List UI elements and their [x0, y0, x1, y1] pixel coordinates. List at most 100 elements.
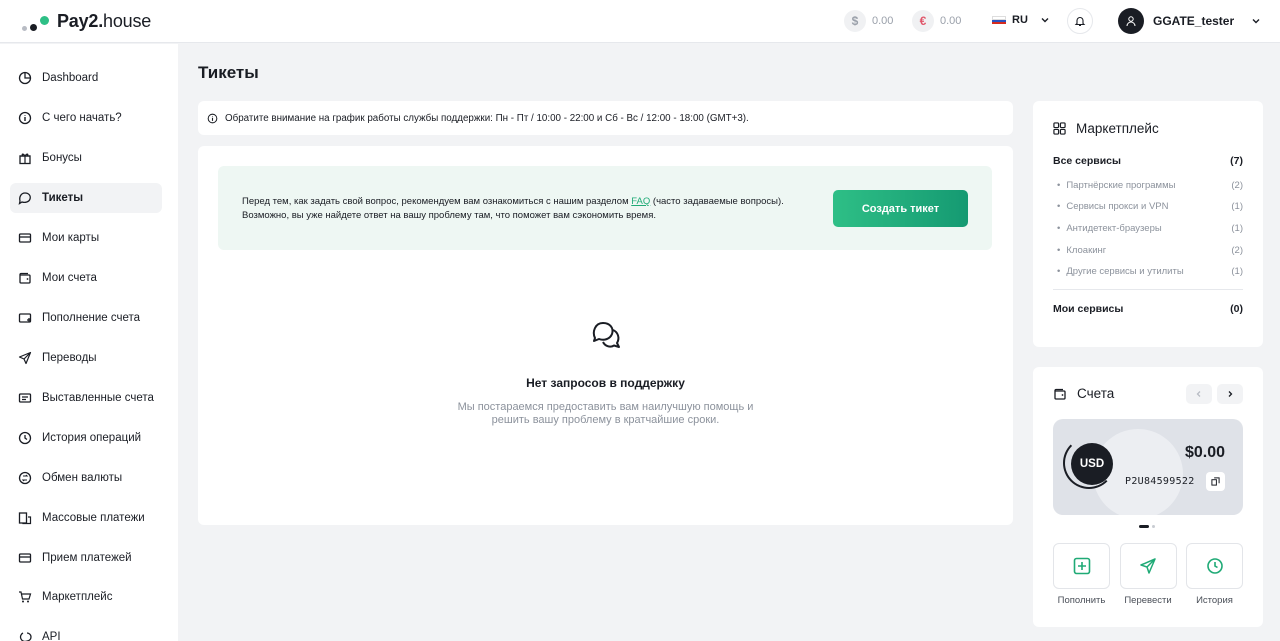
- empty-state-text: Мы постараемся предоставить вам наилучшу…: [198, 401, 1013, 427]
- category-count: (1): [1231, 223, 1243, 234]
- sidebar-item-api[interactable]: API: [10, 622, 162, 641]
- sidebar-item-marketplace[interactable]: Маркетплейс: [10, 582, 162, 612]
- account-number: P2U84599522: [1125, 476, 1195, 487]
- sidebar-item-label: Dashboard: [42, 72, 99, 84]
- transfer-action-label: Перевести: [1124, 595, 1172, 606]
- sidebar-item-my-accounts[interactable]: Мои счета: [10, 263, 162, 293]
- sidebar-item-mass-payments[interactable]: Массовые платежи: [10, 503, 162, 533]
- mass-pay-icon: [18, 512, 32, 525]
- transfer-action-button[interactable]: [1119, 543, 1177, 589]
- category-label: Антидетект-браузеры: [1053, 223, 1161, 234]
- sidebar-item-label: Маркетплейс: [42, 591, 113, 603]
- carousel-dot-active[interactable]: [1139, 525, 1149, 528]
- logo-mark-icon: [22, 13, 49, 31]
- sidebar-item-label: Прием платежей: [42, 552, 132, 564]
- sidebar-item-label: Выставленные счета: [42, 392, 154, 404]
- sidebar-item-bonuses[interactable]: Бонусы: [10, 143, 162, 173]
- accept-pay-icon: [18, 553, 32, 563]
- category-count: (1): [1231, 201, 1243, 212]
- api-icon: [19, 632, 32, 641]
- empty-state-line2: решить вашу проблему в кратчайшие сроки.: [491, 414, 720, 426]
- faq-banner: Перед тем, как задать свой вопрос, реком…: [218, 166, 992, 250]
- exchange-icon: [18, 471, 32, 485]
- topup-action[interactable]: Пополнить: [1053, 543, 1110, 606]
- service-category-row[interactable]: Другие сервисы и утилиты (1): [1053, 266, 1243, 277]
- service-category-row[interactable]: Антидетект-браузеры (1): [1053, 223, 1243, 234]
- logo-text: Pay2.house: [57, 11, 152, 31]
- sidebar-item-label: Обмен валюты: [42, 472, 123, 484]
- sidebar-item-label: Массовые платежи: [42, 512, 145, 524]
- balance-usd[interactable]: $ 0.00: [844, 10, 893, 32]
- history-action[interactable]: История: [1186, 543, 1243, 606]
- dollar-icon: $: [844, 10, 866, 32]
- language-label: RU: [1012, 14, 1028, 26]
- sidebar-item-dashboard[interactable]: Dashboard: [10, 63, 162, 93]
- notifications-button[interactable]: [1067, 8, 1093, 34]
- chevron-down-icon: [1041, 18, 1049, 23]
- service-category-row[interactable]: Клоакинг (2): [1053, 245, 1243, 256]
- sidebar-item-label: Мои счета: [42, 272, 97, 284]
- currency-badge: USD: [1071, 443, 1113, 485]
- page-title: Тикеты: [198, 63, 259, 82]
- faq-text-line1: Перед тем, как задать свой вопрос, реком…: [242, 196, 632, 207]
- prev-account-button[interactable]: [1186, 384, 1212, 404]
- sidebar-item-accept-payments[interactable]: Прием платежей: [10, 543, 162, 573]
- topup-action-button[interactable]: [1053, 543, 1110, 589]
- divider: [1053, 289, 1243, 290]
- wallet-icon: [1054, 388, 1066, 400]
- balance-eur[interactable]: € 0.00: [912, 10, 961, 32]
- my-services-label: Мои сервисы: [1053, 303, 1124, 315]
- service-category-row[interactable]: Сервисы прокси и VPN (1): [1053, 201, 1243, 212]
- my-services-row[interactable]: Мои сервисы (0): [1053, 303, 1243, 315]
- clock-icon: [18, 431, 32, 445]
- sidebar-item-history[interactable]: История операций: [10, 423, 162, 453]
- faq-text-line2: Возможно, вы уже найдете ответ на вашу п…: [242, 210, 656, 221]
- all-services-row[interactable]: Все сервисы (7): [1053, 155, 1243, 167]
- tickets-panel: Перед тем, как задать свой вопрос, реком…: [198, 146, 1013, 525]
- sidebar-item-getting-started[interactable]: С чего начать?: [10, 103, 162, 133]
- logo[interactable]: Pay2.house: [22, 11, 151, 32]
- carousel-dot[interactable]: [1152, 525, 1155, 528]
- sidebar-item-label: Пополнение счета: [42, 312, 141, 324]
- sidebar-item-label: Бонусы: [42, 152, 82, 164]
- top-header: Pay2.house $ 0.00 € 0.00 RU GGATE_tester: [0, 0, 1280, 43]
- next-account-button[interactable]: [1217, 384, 1243, 404]
- service-category-row[interactable]: Партнёрские программы (2): [1053, 180, 1243, 191]
- category-label: Другие сервисы и утилиты: [1053, 266, 1183, 277]
- category-count: (2): [1231, 180, 1243, 191]
- topup-action-label: Пополнить: [1057, 595, 1106, 606]
- plus-square-icon: [1073, 557, 1090, 575]
- category-label: Клоакинг: [1053, 245, 1106, 256]
- accounts-header: Счета: [1053, 386, 1114, 401]
- empty-state-title: Нет запросов в поддержку: [526, 376, 685, 390]
- account-card[interactable]: USD $0.00 P2U84599522: [1053, 419, 1243, 515]
- faq-link[interactable]: FAQ: [631, 196, 650, 207]
- gift-icon: [19, 153, 31, 165]
- sidebar-item-transfers[interactable]: Переводы: [10, 343, 162, 373]
- sidebar-item-exchange[interactable]: Обмен валюты: [10, 463, 162, 493]
- sidebar-item-top-up[interactable]: Пополнение счета: [10, 303, 162, 333]
- clock-icon: [1206, 558, 1223, 574]
- balance-eur-amount: 0.00: [940, 15, 962, 27]
- grid-icon: [1053, 122, 1066, 135]
- invoice-icon: [18, 393, 32, 403]
- info-icon: [207, 113, 218, 123]
- sidebar: Dashboard С чего начать? Бонусы Тикеты М…: [0, 44, 178, 641]
- user-menu[interactable]: GGATE_tester: [1118, 8, 1261, 34]
- category-count: (1): [1231, 266, 1243, 277]
- chat-bubbles-icon: [592, 322, 620, 348]
- history-action-button[interactable]: [1186, 543, 1243, 589]
- create-ticket-button[interactable]: Создать тикет: [833, 190, 968, 227]
- avatar: [1118, 8, 1144, 34]
- sidebar-item-invoices[interactable]: Выставленные счета: [10, 383, 162, 413]
- chevron-down-icon: [1252, 19, 1260, 24]
- sidebar-item-tickets[interactable]: Тикеты: [10, 183, 162, 213]
- chevron-left-icon: [1196, 391, 1201, 397]
- transfer-action[interactable]: Перевести: [1119, 543, 1177, 606]
- language-selector[interactable]: RU: [992, 14, 1050, 26]
- sidebar-item-my-cards[interactable]: Мои карты: [10, 223, 162, 253]
- chevron-right-icon: [1228, 391, 1233, 397]
- sidebar-item-label: История операций: [42, 432, 142, 444]
- copy-button[interactable]: [1206, 472, 1225, 491]
- copy-icon: [1211, 477, 1220, 486]
